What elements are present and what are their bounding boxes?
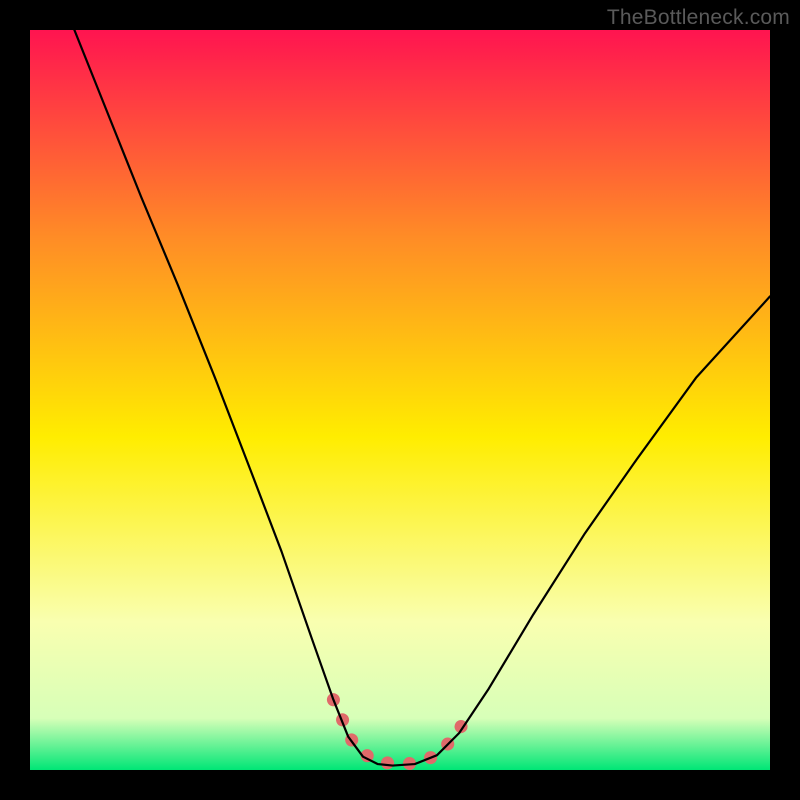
chart-svg (30, 30, 770, 770)
plot-area (30, 30, 770, 770)
watermark-text: TheBottleneck.com (607, 6, 790, 30)
gradient-background (30, 30, 770, 770)
chart-frame: TheBottleneck.com (0, 0, 800, 800)
